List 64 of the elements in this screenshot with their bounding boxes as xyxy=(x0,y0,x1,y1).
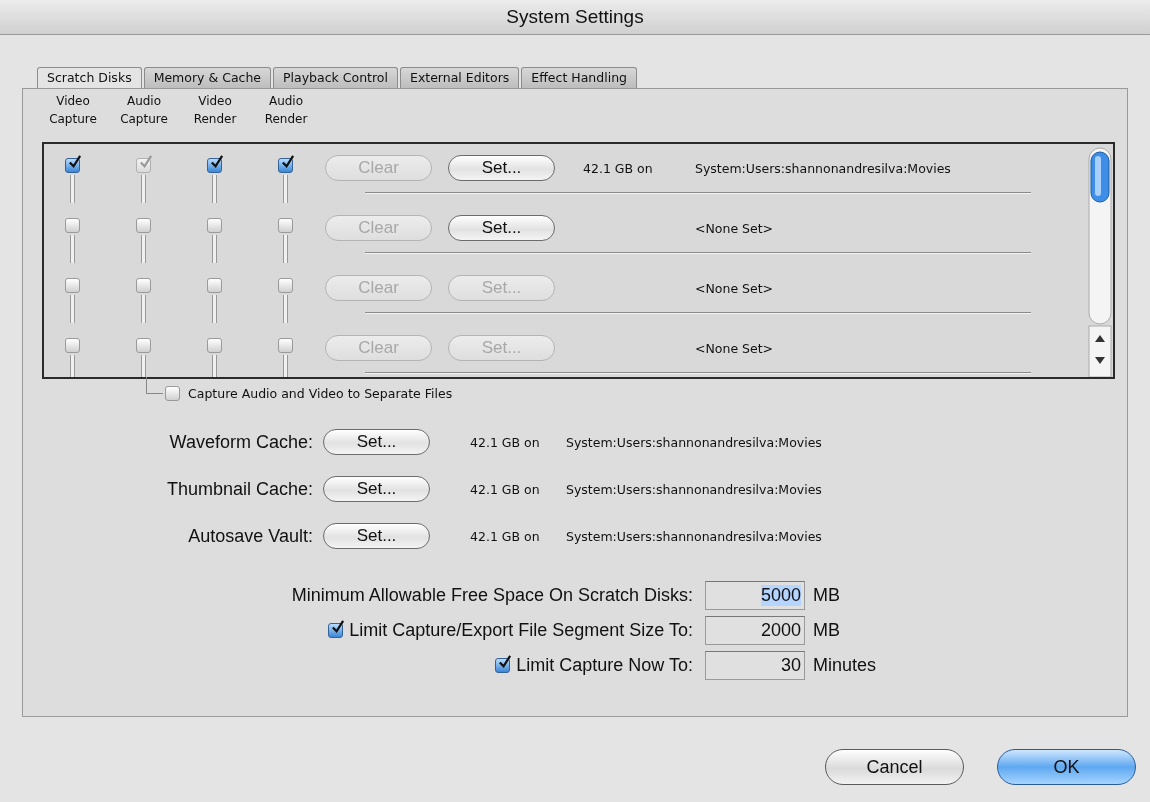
checkbox[interactable] xyxy=(165,386,180,401)
checkbox[interactable] xyxy=(495,658,511,673)
disk-path: <None Set> xyxy=(695,220,774,236)
disk-size: 42.1 GB on xyxy=(470,434,541,450)
unit-label: MB xyxy=(813,620,840,641)
disk-path: System:Users:shannonandresilva:Movies xyxy=(566,481,822,497)
set-button[interactable]: Set... xyxy=(448,155,555,181)
checkbox[interactable] xyxy=(277,218,293,233)
unit-label: MB xyxy=(813,585,840,606)
dialog-button[interactable]: OK xyxy=(997,749,1136,785)
window-title: System Settings xyxy=(506,6,644,28)
set-button[interactable]: Set... xyxy=(448,215,555,241)
column-header: Video xyxy=(56,93,90,110)
column-header: Render xyxy=(264,111,308,128)
disk-path: System:Users:shannonandresilva:Movies xyxy=(695,160,951,176)
input-field[interactable]: 5000 xyxy=(705,581,805,610)
set-button[interactable]: Set... xyxy=(323,523,430,549)
cache-label: Autosave Vault: xyxy=(187,525,313,547)
disk-path: System:Users:shannonandresilva:Movies xyxy=(566,528,822,544)
disk-size: 42.1 GB on xyxy=(470,481,541,497)
set-button[interactable]: Set... xyxy=(323,476,430,502)
cache-label: Waveform Cache: xyxy=(168,431,313,453)
disk-path: <None Set> xyxy=(695,280,774,296)
tab[interactable]: External Editors xyxy=(400,67,520,88)
column-header: Capture xyxy=(49,111,97,128)
disk-size: 42.1 GB on xyxy=(470,528,541,544)
checkbox-label: Capture Audio and Video to Separate Files xyxy=(188,386,453,401)
input-field[interactable]: 2000 xyxy=(705,616,805,645)
checkbox[interactable] xyxy=(135,218,151,233)
checkbox[interactable] xyxy=(277,158,293,173)
scroll-bar[interactable] xyxy=(1087,144,1113,377)
column-header: Audio xyxy=(268,93,304,110)
limit-label: Limit Capture Now To: xyxy=(516,655,693,676)
tab[interactable]: Memory & Cache xyxy=(143,67,272,88)
checkbox[interactable] xyxy=(64,278,80,293)
checkbox[interactable] xyxy=(135,338,151,353)
limit-label: Minimum Allowable Free Space On Scratch Disks: xyxy=(291,585,693,606)
checkbox[interactable] xyxy=(64,158,80,173)
tab[interactable]: Scratch Disks xyxy=(37,67,142,88)
checkbox[interactable] xyxy=(328,623,344,638)
checkbox[interactable] xyxy=(277,278,293,293)
limit-label: Limit Capture/Export File Segment Size To: xyxy=(349,620,693,641)
checkbox[interactable] xyxy=(135,278,151,293)
disk-size: 42.1 GB on xyxy=(583,160,653,176)
dialog-button[interactable]: Cancel xyxy=(825,749,964,785)
tab[interactable]: Effect Handling xyxy=(521,67,637,88)
disk-path: System:Users:shannonandresilva:Movies xyxy=(566,434,822,450)
column-header: Capture xyxy=(120,111,168,128)
column-header: Video xyxy=(198,93,232,110)
checkbox[interactable] xyxy=(64,338,80,353)
set-button[interactable]: Set... xyxy=(323,429,430,455)
checkbox[interactable] xyxy=(277,338,293,353)
column-header: Audio xyxy=(126,93,162,110)
input-field[interactable]: 30 xyxy=(705,651,805,680)
checkbox[interactable] xyxy=(64,218,80,233)
disk-path: <None Set> xyxy=(695,340,774,356)
tab[interactable]: Playback Control xyxy=(273,67,398,88)
checkbox[interactable] xyxy=(206,278,222,293)
checkbox[interactable] xyxy=(206,338,222,353)
unit-label: Minutes xyxy=(813,655,877,676)
checkbox[interactable] xyxy=(206,218,222,233)
column-header: Render xyxy=(193,111,237,128)
checkbox[interactable] xyxy=(206,158,222,173)
cache-label: Thumbnail Cache: xyxy=(165,478,313,500)
